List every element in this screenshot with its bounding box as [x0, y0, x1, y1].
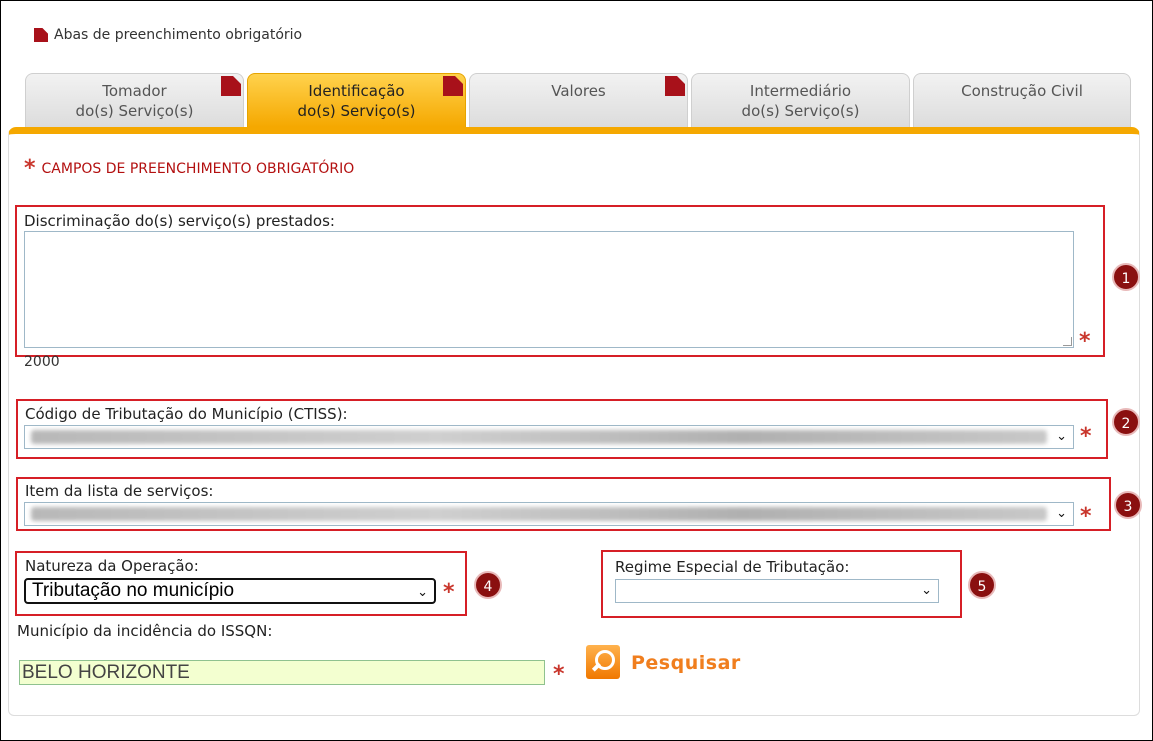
callout-badge-3: 3: [1114, 491, 1142, 519]
tab-intermediario[interactable]: Intermediário do(s) Serviço(s): [691, 73, 910, 127]
required-flag-icon: [443, 76, 463, 96]
natureza-select[interactable]: Tributação no município ⌄: [24, 578, 436, 604]
redacted-value: [31, 507, 1047, 521]
discriminacao-label: Discriminação do(s) serviço(s) prestados…: [24, 212, 335, 230]
regime-select[interactable]: ⌄: [615, 579, 939, 603]
callout-badge-5: 5: [968, 571, 996, 599]
tab-label-line2: do(s) Serviço(s): [297, 102, 416, 120]
callout-badge-1: 1: [1112, 263, 1140, 291]
tab-label-line2: do(s) Serviço(s): [75, 102, 194, 120]
chevron-down-icon: ⌄: [921, 583, 932, 598]
legend-text: Abas de preenchimento obrigatório: [54, 27, 303, 43]
tab-tomador[interactable]: Tomador do(s) Serviço(s): [25, 73, 244, 127]
pesquisar-link[interactable]: Pesquisar: [631, 652, 741, 674]
resize-handle-icon[interactable]: [1063, 337, 1072, 346]
callout-badge-2: 2: [1112, 408, 1140, 436]
tab-label-line1: Valores: [551, 82, 606, 100]
tab-label-line1: Tomador: [102, 82, 167, 100]
natureza-value: Tributação no município: [32, 580, 235, 601]
asterisk-icon: *: [1080, 424, 1092, 449]
asterisk-icon: *: [1080, 504, 1092, 529]
tab-label-line2: do(s) Serviço(s): [741, 102, 860, 120]
asterisk-icon: *: [24, 156, 36, 181]
search-button[interactable]: [586, 645, 620, 679]
item-lista-label: Item da lista de serviços:: [25, 482, 214, 500]
callout-badge-4: 4: [474, 571, 502, 599]
required-note: * CAMPOS DE PREENCHIMENTO OBRIGATÓRIO: [24, 156, 355, 181]
tab-construcao-civil[interactable]: Construção Civil: [913, 73, 1131, 127]
asterisk-icon: *: [443, 580, 455, 605]
asterisk-icon: *: [1079, 329, 1091, 354]
item-lista-select[interactable]: ⌄: [24, 502, 1074, 526]
tab-label-line1: Construção Civil: [961, 82, 1083, 100]
legend: Abas de preenchimento obrigatório: [34, 27, 302, 43]
required-flag-icon: [221, 76, 241, 96]
required-flag-icon: [665, 76, 685, 96]
ctiss-label: Código de Tributação do Município (CTISS…: [25, 405, 348, 423]
tab-label-line1: Identificação: [308, 82, 405, 100]
municipio-value: BELO HORIZONTE: [22, 662, 190, 683]
required-note-text: CAMPOS DE PREENCHIMENTO OBRIGATÓRIO: [41, 161, 355, 177]
chevron-down-icon: ⌄: [1056, 429, 1067, 444]
regime-label: Regime Especial de Tributação:: [615, 558, 850, 576]
tab-label-line1: Intermediário: [749, 82, 852, 100]
tab-valores[interactable]: Valores: [469, 73, 688, 127]
redacted-value: [31, 430, 1047, 444]
discriminacao-textarea[interactable]: [24, 231, 1074, 348]
char-count: 2000: [24, 354, 60, 370]
chevron-down-icon: ⌄: [1056, 506, 1067, 521]
asterisk-icon: *: [553, 662, 565, 687]
municipio-input[interactable]: BELO HORIZONTE: [19, 660, 545, 685]
ctiss-select[interactable]: ⌄: [24, 425, 1074, 449]
tab-identificacao[interactable]: Identificação do(s) Serviço(s): [247, 73, 466, 127]
municipio-label: Município da incidência do ISSQN:: [17, 622, 273, 640]
natureza-label: Natureza da Operação:: [25, 557, 199, 575]
required-flag-icon: [34, 28, 48, 42]
chevron-down-icon: ⌄: [417, 584, 428, 599]
